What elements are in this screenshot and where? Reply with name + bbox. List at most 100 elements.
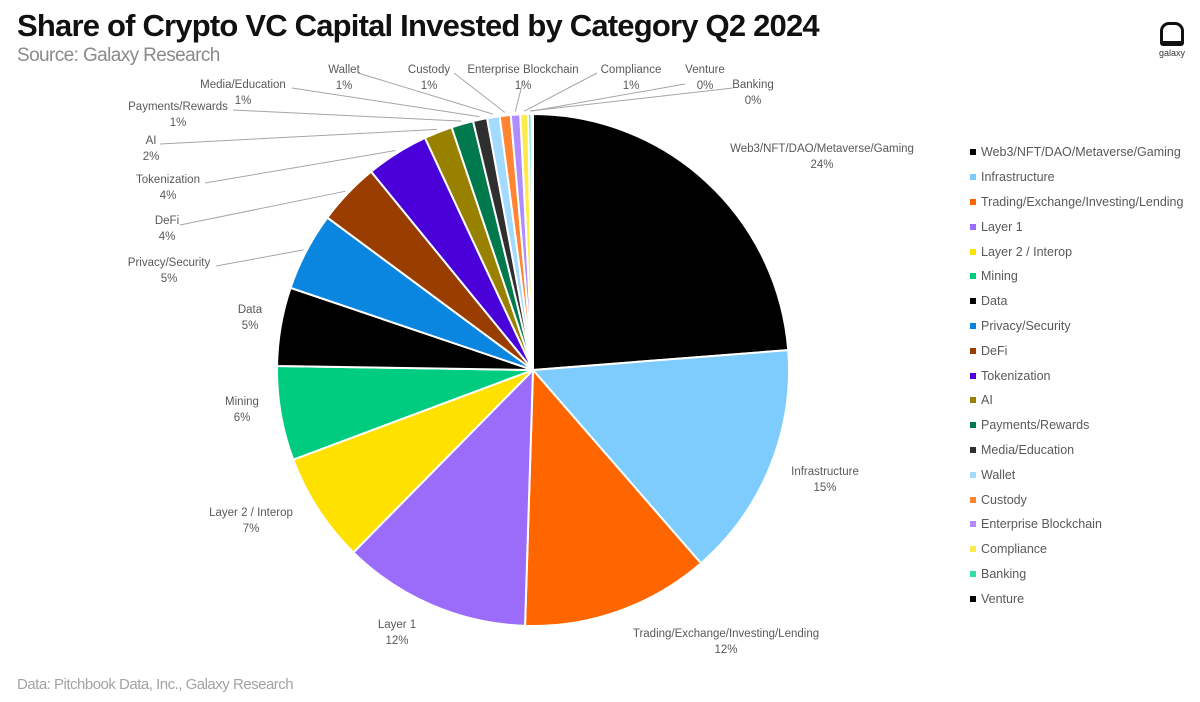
data-label-name-tokenization: Tokenization xyxy=(136,174,200,186)
legend-swatch-icon xyxy=(970,471,976,478)
leader-line-ai xyxy=(159,128,438,145)
legend-label: Mining xyxy=(981,269,1018,284)
data-label-name-web3-nft-dao-metaverse-gaming: Web3/NFT/DAO/Metaverse/Gaming xyxy=(730,143,914,155)
legend-label: Data xyxy=(981,294,1008,309)
data-label-value-privacy-security: 5% xyxy=(161,273,178,285)
data-label-value-mining: 6% xyxy=(234,412,251,424)
data-label-value-payments-rewards: 1% xyxy=(170,117,187,129)
data-label-name-layer-2-interop: Layer 2 / Interop xyxy=(209,507,293,519)
data-label-name-compliance: Compliance xyxy=(601,64,662,76)
leader-line-defi xyxy=(179,190,346,226)
data-label-value-venture: 0% xyxy=(697,80,714,92)
legend-label: Banking xyxy=(981,566,1027,581)
data-label-value-layer-2-interop: 7% xyxy=(243,523,260,535)
legend-swatch-icon xyxy=(970,273,976,280)
legend-swatch-icon xyxy=(970,496,976,503)
data-label-value-enterprise-blockchain: 1% xyxy=(515,80,532,92)
legend-swatch-icon xyxy=(970,595,976,602)
data-label-name-data: Data xyxy=(238,304,263,316)
leader-line-venture xyxy=(532,83,686,112)
legend-label: Infrastructure xyxy=(981,170,1055,185)
data-label-name-defi: DeFi xyxy=(155,215,179,227)
legend-item-compliance: Compliance xyxy=(970,537,1183,562)
legend-swatch-icon xyxy=(970,446,976,453)
legend-label: AI xyxy=(981,393,993,408)
data-label-value-wallet: 1% xyxy=(336,80,353,92)
pie-slices xyxy=(276,112,790,627)
legend-item-payments-rewards: Payments/Rewards xyxy=(970,413,1183,438)
legend-swatch-icon xyxy=(970,149,976,156)
data-label-name-media-education: Media/Education xyxy=(200,79,286,91)
legend: Web3/NFT/DAO/Metaverse/Gaming Infrastruct… xyxy=(970,140,1183,611)
legend-label: Wallet xyxy=(981,467,1016,482)
data-label-value-infrastructure: 15% xyxy=(813,482,836,494)
data-label-name-layer-1: Layer 1 xyxy=(378,619,416,631)
data-label-name-infrastructure: Infrastructure xyxy=(791,466,859,478)
legend-label: DeFi xyxy=(981,343,1008,358)
data-label-name-mining: Mining xyxy=(225,396,259,408)
data-label-name-privacy-security: Privacy/Security xyxy=(128,257,211,269)
legend-label: Layer 1 xyxy=(981,219,1023,234)
legend-label: Tokenization xyxy=(981,368,1051,383)
legend-swatch-icon xyxy=(970,570,976,577)
legend-swatch-icon xyxy=(970,322,976,329)
legend-item-layer-1: Layer 1 xyxy=(970,214,1183,239)
data-source-footer: Data: Pitchbook Data, Inc., Galaxy Resea… xyxy=(17,676,294,693)
leader-line-custody xyxy=(453,72,506,113)
legend-label: Venture xyxy=(981,591,1025,606)
legend-swatch-icon xyxy=(970,298,976,305)
legend-item-defi: DeFi xyxy=(970,338,1183,363)
legend-label: Trading/Exchange/Investing/Lending xyxy=(981,194,1184,209)
data-label-value-custody: 1% xyxy=(421,80,438,92)
leader-line-compliance xyxy=(523,72,598,112)
legend-label: Privacy/Security xyxy=(981,318,1071,333)
legend-label: Custody xyxy=(981,492,1027,507)
legend-item-enterprise-blockchain: Enterprise Blockchain xyxy=(970,512,1183,537)
legend-swatch-icon xyxy=(970,372,976,379)
data-label-value-trading-exchange-investing-lending: 12% xyxy=(714,644,737,656)
legend-item-tokenization: Tokenization xyxy=(970,363,1183,388)
data-label-name-venture: Venture xyxy=(685,64,725,76)
legend-item-web3-nft-dao-metaverse-gaming: Web3/NFT/DAO/Metaverse/Gaming xyxy=(970,140,1183,165)
data-label-value-compliance: 1% xyxy=(623,80,640,92)
data-label-value-data: 5% xyxy=(242,320,259,332)
leader-line-privacy-security xyxy=(215,249,304,267)
legend-item-layer-2-interop: Layer 2 / Interop xyxy=(970,239,1183,264)
legend-swatch-icon xyxy=(970,546,976,553)
leader-line-payments-rewards xyxy=(232,109,462,122)
legend-item-banking: Banking xyxy=(970,562,1183,587)
data-label-name-trading-exchange-investing-lending: Trading/Exchange/Investing/Lending xyxy=(633,628,819,640)
legend-label: Compliance xyxy=(981,542,1048,557)
legend-item-data: Data xyxy=(970,289,1183,314)
legend-item-infrastructure: Infrastructure xyxy=(970,165,1183,190)
legend-swatch-icon xyxy=(970,174,976,181)
legend-item-custody: Custody xyxy=(970,487,1183,512)
leader-line-media-education xyxy=(291,87,480,118)
legend-item-ai: AI xyxy=(970,388,1183,413)
legend-label: Layer 2 / Interop xyxy=(981,244,1073,259)
data-label-name-payments-rewards: Payments/Rewards xyxy=(128,101,228,113)
legend-label: Media/Education xyxy=(981,442,1075,457)
data-label-name-custody: Custody xyxy=(408,64,450,76)
data-label-value-banking: 0% xyxy=(745,95,762,107)
data-label-value-ai: 2% xyxy=(143,151,160,163)
legend-item-trading-exchange-investing-lending: Trading/Exchange/Investing/Lending xyxy=(970,190,1183,215)
data-label-value-defi: 4% xyxy=(159,231,176,243)
legend-swatch-icon xyxy=(970,397,976,404)
data-label-value-media-education: 1% xyxy=(235,95,252,107)
data-label-name-wallet: Wallet xyxy=(328,64,360,76)
data-label-value-web3-nft-dao-metaverse-gaming: 24% xyxy=(810,159,833,171)
legend-swatch-icon xyxy=(970,422,976,429)
legend-item-mining: Mining xyxy=(970,264,1183,289)
data-label-value-tokenization: 4% xyxy=(160,190,177,202)
data-label-name-ai: AI xyxy=(146,135,157,147)
legend-swatch-icon xyxy=(970,347,976,354)
data-label-value-layer-1: 12% xyxy=(385,635,408,647)
legend-swatch-icon xyxy=(970,521,976,528)
legend-swatch-icon xyxy=(970,248,976,255)
legend-label: Payments/Rewards xyxy=(981,418,1090,433)
data-label-name-banking: Banking xyxy=(732,79,774,91)
legend-item-wallet: Wallet xyxy=(970,462,1183,487)
legend-item-privacy-security: Privacy/Security xyxy=(970,314,1183,339)
legend-item-media-education: Media/Education xyxy=(970,438,1183,463)
